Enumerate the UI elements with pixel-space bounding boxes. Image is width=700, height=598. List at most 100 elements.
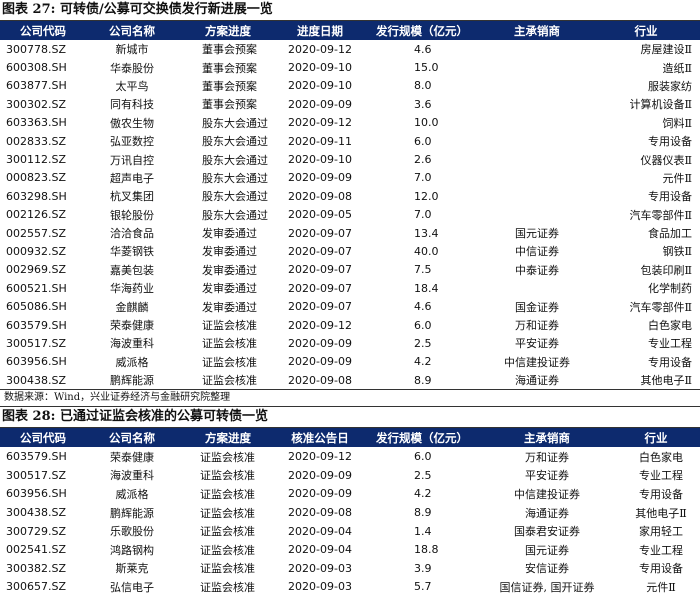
company-name-cell: 万讯自控 — [110, 153, 154, 167]
date-cell: 2020-09-07 — [288, 300, 352, 314]
underwriter-cell: 万和证券 — [515, 319, 559, 333]
company-code-cell: 300382.SZ — [6, 561, 67, 575]
plan-progress-cell: 股东大会通过 — [202, 190, 268, 204]
date-cell: 2020-09-08 — [288, 373, 352, 387]
company-name-cell: 同有科技 — [110, 98, 154, 112]
company-code-cell: 300112.SZ — [6, 153, 67, 167]
underwriter-cell — [482, 40, 592, 58]
company-code-cell: 300438.SZ — [6, 373, 67, 387]
underwriter-cell: 海通证券 — [525, 506, 569, 520]
company-name-cell: 威派格 — [115, 487, 149, 501]
date-cell: 2020-09-05 — [288, 208, 352, 222]
company-code-cell: 603298.SH — [6, 189, 67, 203]
industry-cell: 专用设备 — [639, 487, 683, 501]
company-name-cell: 太平鸟 — [115, 79, 149, 93]
source-note: 数据来源：Wind，兴业证券经济与金融研究院整理 — [0, 389, 700, 408]
plan-progress-cell: 证监会核准 — [200, 469, 255, 483]
industry-cell: 汽车零部件Ⅱ — [629, 208, 692, 222]
date-cell: 2020-09-08 — [288, 189, 352, 203]
underwriter-cell: 万和证券 — [525, 450, 569, 464]
date-cell: 2020-09-07 — [288, 226, 352, 240]
underwriter-cell — [482, 279, 592, 297]
date-cell: 2020-09-04 — [288, 543, 352, 557]
plan-progress-cell: 证监会核准 — [200, 487, 255, 501]
table2-header-date: 核准公告日 — [278, 428, 362, 448]
company-code-cell: 002126.SZ — [6, 208, 67, 222]
company-name-cell: 新城市 — [115, 43, 149, 57]
underwriter-cell: 国元证券 — [515, 227, 559, 241]
table-row: 300657.SZ 弘信电子 证监会核准 2020-09-03 5.7 国信证券, 国开证… — [0, 578, 700, 597]
issue-size-cell: 3.6 — [414, 97, 432, 111]
plan-progress-cell: 发审委通过 — [202, 263, 257, 277]
industry-cell: 专用设备 — [648, 135, 692, 149]
table2-header-plan-progress: 方案进度 — [178, 428, 278, 448]
date-cell: 2020-09-10 — [288, 79, 352, 93]
issue-size-cell: 5.7 — [414, 580, 432, 594]
company-name-cell: 洽洽食品 — [110, 227, 154, 241]
underwriter-cell — [482, 206, 592, 224]
company-name-cell: 金麒麟 — [115, 300, 149, 314]
company-code-cell: 603956.SH — [6, 355, 67, 369]
industry-cell: 专业工程 — [648, 337, 692, 351]
table-row: 000932.SZ 华菱钢铁 发审委通过 2020-09-07 40.0 中信证券 钢铁Ⅱ — [0, 242, 700, 260]
company-name-cell: 鹏辉能源 — [110, 506, 154, 520]
plan-progress-cell: 股东大会通过 — [202, 208, 268, 222]
table-row: 603298.SH 杭叉集团 股东大会通过 2020-09-08 12.0 专用设备 — [0, 187, 700, 205]
issue-size-cell: 7.0 — [414, 208, 432, 222]
underwriter-cell — [482, 169, 592, 187]
plan-progress-cell: 董事会预案 — [202, 79, 257, 93]
table2-header-industry: 行业 — [612, 428, 700, 448]
underwriter-cell — [482, 95, 592, 113]
plan-progress-cell: 证监会核准 — [200, 580, 255, 594]
industry-cell: 房屋建设Ⅱ — [640, 43, 692, 57]
company-code-cell: 002833.SZ — [6, 134, 67, 148]
table-row: 002833.SZ 弘亚数控 股东大会通过 2020-09-11 6.0 专用设备 — [0, 132, 700, 150]
issue-size-cell: 3.9 — [414, 561, 432, 575]
industry-cell: 白色家电 — [648, 319, 692, 333]
company-name-cell: 华菱钢铁 — [110, 245, 154, 259]
table2-header-company-name: 公司名称 — [86, 428, 178, 448]
industry-cell: 汽车零部件Ⅱ — [629, 300, 692, 314]
date-cell: 2020-09-03 — [288, 561, 352, 575]
date-cell: 2020-09-09 — [288, 487, 352, 501]
issue-size-cell: 2.6 — [414, 153, 432, 167]
table1-header-issue-size: 发行规模（亿元） — [362, 21, 482, 40]
company-code-cell: 603363.SH — [6, 116, 67, 130]
plan-progress-cell: 董事会预案 — [202, 98, 257, 112]
table2: 公司代码 公司名称 方案进度 核准公告日 发行规模（亿元） 主承销商 行业 603579.S… — [0, 428, 700, 596]
industry-cell: 白色家电 — [639, 450, 683, 464]
table-row: 603956.SH 威派格 证监会核准 2020-09-09 4.2 中信建投证券 专用设备 — [0, 353, 700, 371]
industry-cell: 家用轻工 — [639, 525, 683, 539]
industry-cell: 专业工程 — [639, 469, 683, 483]
date-cell: 2020-09-12 — [288, 318, 352, 332]
company-code-cell: 300302.SZ — [6, 97, 67, 111]
plan-progress-cell: 证监会核准 — [202, 337, 257, 351]
company-code-cell: 603579.SH — [6, 450, 67, 464]
table-row: 300778.SZ 新城市 董事会预案 2020-09-12 4.6 房屋建设Ⅱ — [0, 40, 700, 58]
date-cell: 2020-09-07 — [288, 281, 352, 295]
date-cell: 2020-09-09 — [288, 468, 352, 482]
company-name-cell: 乐歌股份 — [110, 525, 154, 539]
date-cell: 2020-09-12 — [288, 42, 352, 56]
date-cell: 2020-09-04 — [288, 524, 352, 538]
industry-cell: 元件Ⅱ — [662, 171, 692, 185]
company-name-cell: 杭叉集团 — [110, 190, 154, 204]
company-name-cell: 华海药业 — [110, 282, 154, 296]
company-name-cell: 鸿路钢构 — [110, 543, 154, 557]
plan-progress-cell: 证监会核准 — [202, 319, 257, 333]
table-row: 603363.SH 傲农生物 股东大会通过 2020-09-12 10.0 饲料Ⅱ — [0, 114, 700, 132]
industry-cell: 计算机设备Ⅱ — [629, 98, 692, 112]
company-code-cell: 600308.SH — [6, 61, 67, 75]
issue-size-cell: 13.4 — [414, 226, 439, 240]
date-cell: 2020-09-07 — [288, 263, 352, 277]
issue-size-cell: 18.8 — [414, 543, 439, 557]
table1-header-company-code: 公司代码 — [0, 21, 86, 40]
issue-size-cell: 8.9 — [414, 373, 432, 387]
issue-size-cell: 10.0 — [414, 116, 439, 130]
plan-progress-cell: 发审委通过 — [202, 245, 257, 259]
table-row: 603956.SH 威派格 证监会核准 2020-09-09 4.2 中信建投证券 专用设备 — [0, 485, 700, 504]
date-cell: 2020-09-09 — [288, 97, 352, 111]
table1: 公司代码 公司名称 方案进度 进度日期 发行规模（亿元） 主承销商 行业 300778.SZ… — [0, 21, 700, 389]
company-code-cell: 603877.SH — [6, 79, 67, 93]
plan-progress-cell: 证监会核准 — [200, 450, 255, 464]
